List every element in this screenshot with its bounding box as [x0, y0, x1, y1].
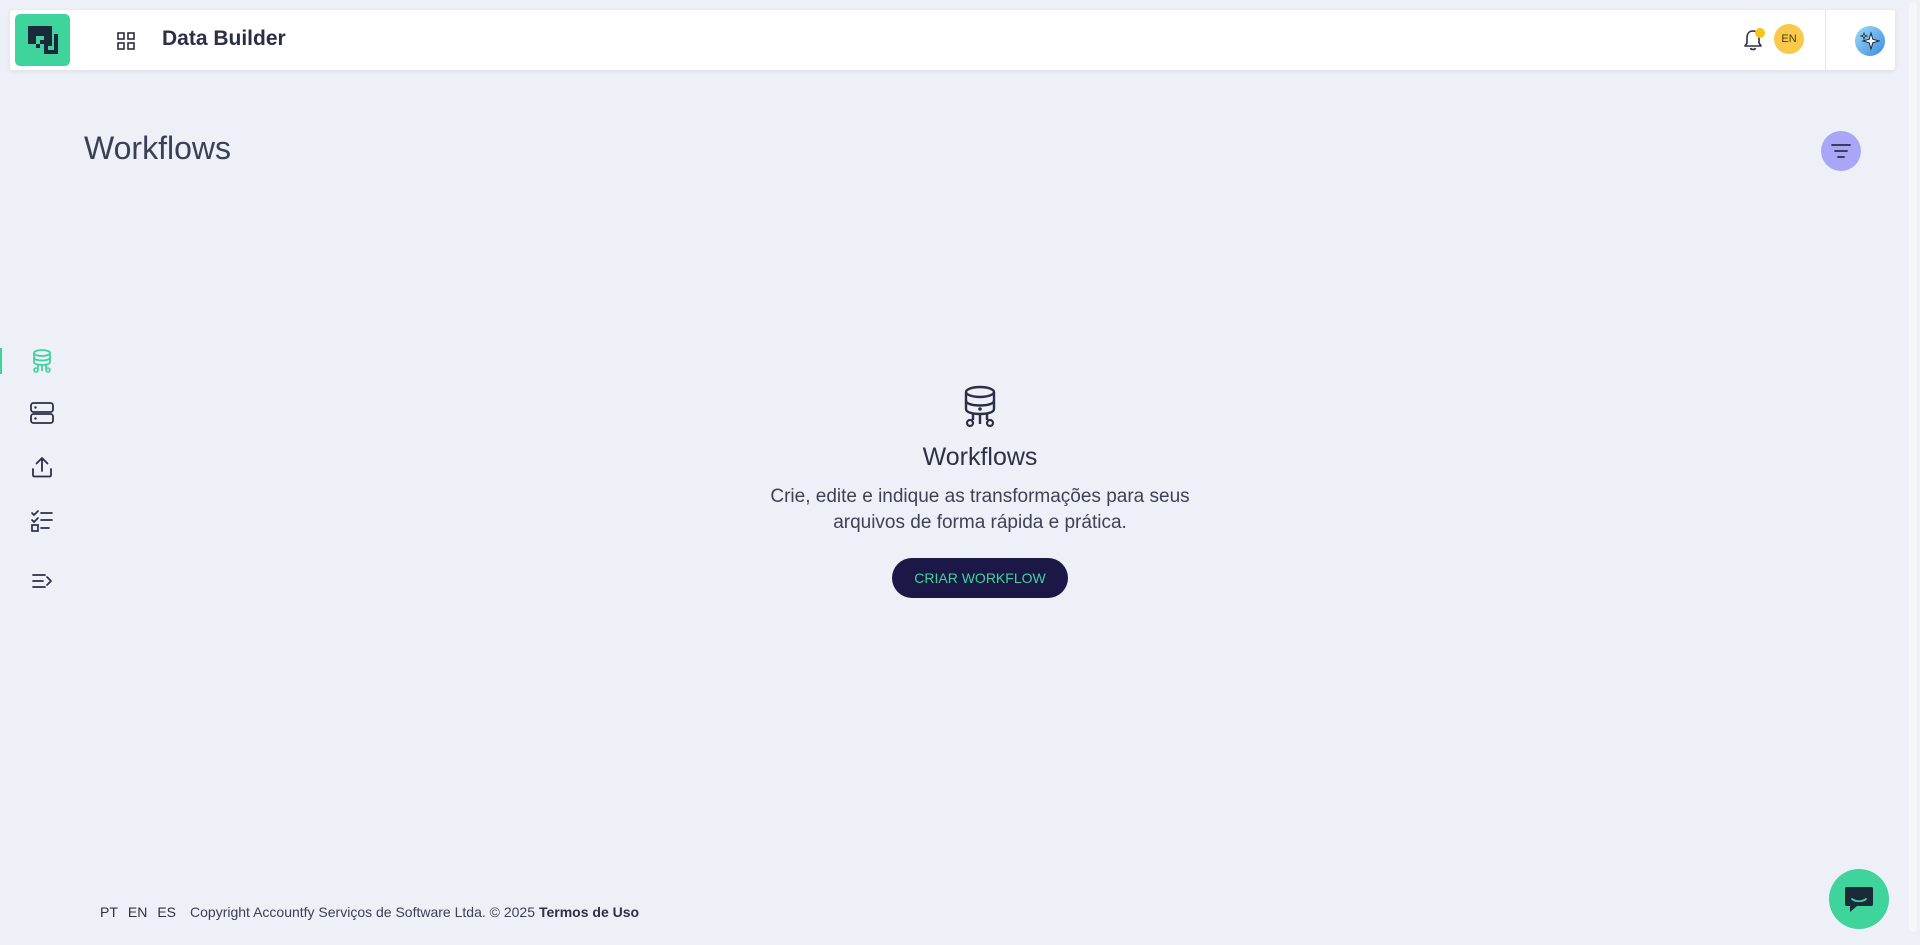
- logo-icon: [27, 26, 58, 54]
- apps-grid-icon: [117, 32, 135, 50]
- footer: PT EN ES Copyright Accountfy Serviços de…: [100, 904, 639, 920]
- page-title: Workflows: [84, 130, 231, 166]
- workflow-database-icon: [33, 349, 51, 373]
- sidebar-item-checklist[interactable]: [25, 504, 59, 538]
- notification-dot: [1755, 28, 1765, 38]
- empty-state-description: Crie, edite e indique as transformações …: [770, 486, 1190, 533]
- divider: [1825, 10, 1826, 70]
- footer-copyright: Copyright Accountfy Serviços de Software…: [190, 904, 535, 920]
- top-bar: Data Builder EN: [10, 10, 1895, 70]
- chat-bubble-icon: [1845, 887, 1873, 912]
- checklist-icon: [31, 510, 53, 532]
- sidebar-active-indicator: [0, 348, 2, 374]
- language-badge[interactable]: EN: [1774, 24, 1804, 54]
- apps-menu-button[interactable]: [101, 26, 151, 56]
- brand-logo[interactable]: [15, 14, 70, 66]
- filter-icon: [1831, 144, 1851, 158]
- notifications-button[interactable]: [1738, 25, 1768, 55]
- page-scrollbar[interactable]: [1906, 0, 1920, 945]
- sidebar-item-servers[interactable]: [25, 396, 59, 430]
- sidebar-item-upload[interactable]: [25, 450, 59, 484]
- workflow-database-icon: [964, 385, 996, 428]
- filter-button[interactable]: [1821, 131, 1861, 171]
- create-workflow-button[interactable]: CRIAR WORKFLOW: [892, 558, 1068, 598]
- empty-state-title: Workflows: [922, 443, 1038, 471]
- sidebar-expand-button[interactable]: [25, 564, 59, 598]
- footer-language-es[interactable]: ES: [157, 904, 176, 920]
- ai-assistant-button[interactable]: [1855, 26, 1885, 56]
- upload-icon: [32, 457, 52, 478]
- footer-language-en[interactable]: EN: [128, 904, 147, 920]
- server-stack-icon: [30, 402, 54, 424]
- terms-of-use-link[interactable]: Termos de Uso: [539, 904, 639, 920]
- expand-menu-icon: [32, 574, 52, 588]
- app-title: Data Builder: [162, 27, 286, 50]
- empty-state: Workflows Crie, edite e indique as trans…: [740, 385, 1220, 598]
- sparkle-icon: [1860, 31, 1880, 51]
- sidebar: [0, 340, 80, 600]
- footer-language-pt[interactable]: PT: [100, 904, 118, 920]
- chat-support-button[interactable]: [1829, 869, 1889, 929]
- scrollbar-thumb[interactable]: [1909, 2, 1917, 932]
- sidebar-item-workflows[interactable]: [25, 344, 59, 378]
